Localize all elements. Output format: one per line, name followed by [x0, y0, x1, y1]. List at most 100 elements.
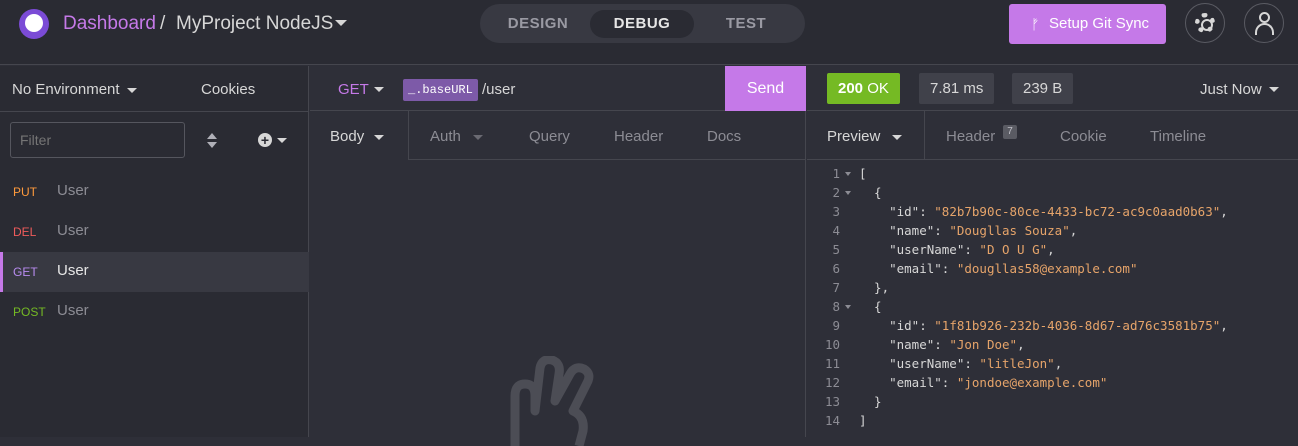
project-chevron-down-icon[interactable] — [335, 20, 347, 26]
tab-preview[interactable]: Preview — [827, 128, 880, 145]
json-colon: : — [919, 204, 935, 219]
json-key: "email" — [859, 375, 942, 390]
json-bracket: { — [859, 185, 882, 200]
json-key: "userName" — [859, 356, 965, 371]
cookies-button[interactable]: Cookies — [201, 81, 255, 98]
sort-icon[interactable] — [206, 133, 218, 149]
tab-cookie[interactable]: Cookie — [1060, 128, 1107, 145]
account-button[interactable] — [1244, 3, 1284, 43]
method-selector[interactable]: GET — [338, 81, 369, 98]
mode-design-tab[interactable]: DESIGN — [498, 10, 578, 38]
request-pane: GET _.baseURL /user Send Body Auth Query… — [310, 66, 806, 446]
base-url-variable-tag[interactable]: _.baseURL — [403, 79, 478, 101]
request-method-badge: GET — [13, 265, 38, 279]
body-chevron-down-icon[interactable] — [374, 135, 384, 140]
request-tabs: Body Auth Query Header Docs — [310, 111, 806, 160]
request-item-put-user[interactable]: PUT User — [0, 172, 309, 212]
json-key: "userName" — [859, 242, 965, 257]
response-tabs: Preview Header 7 Cookie Timeline — [807, 111, 1298, 160]
request-item-get-user[interactable]: GET User — [0, 252, 309, 292]
breadcrumb-dashboard[interactable]: Dashboard — [63, 13, 156, 35]
json-key: "email" — [859, 261, 942, 276]
json-comma: , — [1220, 318, 1228, 333]
code-line: 8 { — [807, 299, 1298, 318]
git-branch-icon: ᚠ — [1031, 16, 1040, 32]
line-number: 3 — [832, 204, 840, 219]
line-number: 4 — [832, 223, 840, 238]
json-string-value: "jondoe@example.com" — [956, 375, 1108, 390]
response-history-selector[interactable]: Just Now — [1200, 81, 1262, 98]
code-line: 1[ — [807, 166, 1298, 185]
add-chevron-down-icon[interactable] — [277, 138, 287, 143]
tab-docs[interactable]: Docs — [707, 128, 741, 145]
json-bracket: { — [859, 299, 882, 314]
json-colon: : — [941, 261, 957, 276]
tab-auth[interactable]: Auth — [430, 128, 461, 145]
line-number: 2 — [832, 185, 840, 200]
add-circle-icon[interactable]: + — [258, 133, 272, 147]
request-item-del-user[interactable]: DEL User — [0, 212, 309, 252]
environment-selector[interactable]: No Environment — [12, 81, 120, 98]
json-property: "email": "jondoe@example.com" — [859, 375, 1107, 390]
code-line: 2 { — [807, 185, 1298, 204]
tab-body[interactable]: Body — [330, 128, 364, 145]
settings-button[interactable] — [1185, 3, 1225, 43]
preview-chevron-down-icon[interactable] — [892, 135, 902, 140]
line-number: 13 — [824, 394, 840, 409]
fold-chevron-icon[interactable] — [845, 172, 851, 176]
response-size: 239 B — [1012, 73, 1074, 104]
filter-input[interactable] — [10, 122, 185, 158]
empty-state-hand-icon — [510, 356, 594, 446]
sidebar: No Environment Cookies + PUT User DEL Us… — [0, 66, 309, 437]
insomnia-logo-icon[interactable] — [19, 9, 49, 39]
response-status-bar: 200 OK 7.81 ms 239 B Just Now — [807, 66, 1298, 111]
divider — [0, 111, 309, 112]
environment-chevron-down-icon[interactable] — [127, 88, 137, 93]
code-line: 10 "name": "Jon Doe", — [807, 337, 1298, 356]
line-number: 8 — [832, 299, 840, 314]
json-property: "name": "Jon Doe", — [859, 337, 1025, 352]
json-bracket: [ — [859, 166, 867, 181]
line-number: 11 — [824, 356, 840, 371]
code-line: 6 "email": "dougllas58@example.com" — [807, 261, 1298, 280]
json-string-value: "Dougllas Souza" — [949, 223, 1070, 238]
tab-response-header[interactable]: Header — [946, 128, 995, 145]
mode-test-tab[interactable]: TEST — [706, 10, 786, 38]
json-comma: , — [1220, 204, 1228, 219]
line-number: 6 — [832, 261, 840, 276]
json-colon: : — [934, 223, 950, 238]
tab-query[interactable]: Query — [529, 128, 570, 145]
setup-git-sync-button[interactable]: ᚠ Setup Git Sync — [1009, 4, 1166, 44]
json-string-value: "1f81b926-232b-4036-8d67-ad76c3581b75" — [934, 318, 1221, 333]
json-string-value: "dougllas58@example.com" — [956, 261, 1138, 276]
request-method-badge: PUT — [13, 185, 37, 199]
json-comma: , — [1054, 356, 1063, 371]
method-chevron-down-icon[interactable] — [374, 87, 384, 92]
json-colon: : — [941, 375, 957, 390]
status-text: OK — [867, 80, 889, 97]
json-property: "id": "82b7b90c-80ce-4433-bc72-ac9c0aad0… — [859, 204, 1228, 219]
top-bar: Dashboard / MyProject NodeJS DESIGN DEBU… — [0, 0, 1298, 65]
mode-debug-tab[interactable]: DEBUG — [590, 10, 694, 38]
tab-timeline[interactable]: Timeline — [1150, 128, 1206, 145]
fold-chevron-icon[interactable] — [845, 191, 851, 195]
history-chevron-down-icon[interactable] — [1269, 87, 1279, 92]
request-item-post-user[interactable]: POST User — [0, 292, 309, 332]
line-number: 9 — [832, 318, 840, 333]
json-property: "id": "1f81b926-232b-4036-8d67-ad76c3581… — [859, 318, 1228, 333]
fold-chevron-icon[interactable] — [845, 305, 851, 309]
json-property: "name": "Dougllas Souza", — [859, 223, 1077, 238]
tab-header[interactable]: Header — [614, 128, 663, 145]
send-button[interactable]: Send — [725, 66, 806, 111]
code-line: 7 }, — [807, 280, 1298, 299]
json-key: "id" — [859, 204, 920, 219]
status-code: 200 — [838, 80, 864, 97]
json-colon: : — [964, 242, 980, 257]
auth-chevron-down-icon[interactable] — [473, 135, 483, 140]
json-property: "userName": "litleJon", — [859, 356, 1062, 371]
request-name: User — [57, 222, 89, 239]
breadcrumb-project[interactable]: MyProject NodeJS — [176, 13, 333, 35]
json-string-value: "D O U G" — [979, 242, 1048, 257]
url-input[interactable]: /user — [482, 81, 515, 98]
json-bracket: ] — [859, 413, 867, 428]
